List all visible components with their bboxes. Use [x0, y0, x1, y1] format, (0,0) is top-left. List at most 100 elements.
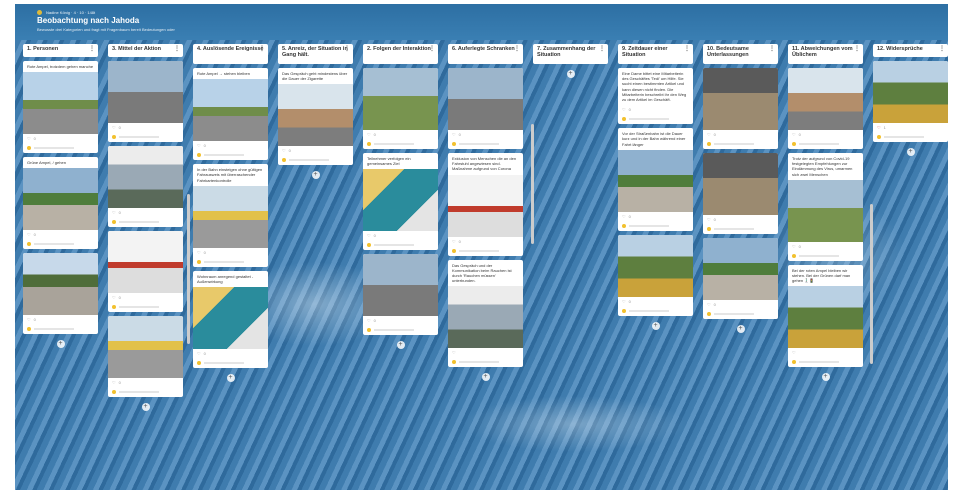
- add-post-button[interactable]: +: [311, 171, 320, 180]
- add-post-button[interactable]: +: [566, 70, 575, 78]
- post-card[interactable]: ♡ 0: [108, 61, 183, 142]
- heart-icon[interactable]: ♡: [622, 107, 626, 112]
- comment-row[interactable]: [448, 247, 523, 256]
- post-card[interactable]: ♡ 0: [23, 253, 98, 335]
- heart-icon[interactable]: ♡: [877, 125, 881, 130]
- add-post-button[interactable]: +: [821, 373, 830, 382]
- comment-row[interactable]: [193, 359, 268, 368]
- column-scrollbar[interactable]: [187, 194, 190, 344]
- post-card[interactable]: Rote Ampel, trotzdem gehen manche ♡ 0: [23, 61, 98, 154]
- post-card[interactable]: ♡ 0: [108, 146, 183, 227]
- comment-row[interactable]: [788, 358, 863, 367]
- heart-icon[interactable]: ♡: [792, 350, 796, 355]
- comment-row[interactable]: [703, 225, 778, 234]
- heart-icon[interactable]: ♡: [112, 210, 116, 215]
- column-menu-icon[interactable]: ⋮: [89, 46, 95, 53]
- column-menu-icon[interactable]: ⋮: [599, 46, 605, 53]
- heart-icon[interactable]: ♡: [622, 299, 626, 304]
- column-header[interactable]: 10. Bedeutsame Unterlassungen ⋮: [703, 44, 778, 64]
- add-post-button[interactable]: +: [906, 148, 915, 156]
- comment-row[interactable]: [618, 222, 693, 231]
- post-card[interactable]: Exklusion von Menschen die an den Fahrst…: [448, 153, 523, 256]
- post-card[interactable]: Rote Ampel → stehen bleiben ♡ 0: [193, 68, 268, 161]
- heart-icon[interactable]: ♡: [112, 295, 116, 300]
- heart-icon[interactable]: ♡: [367, 318, 371, 323]
- post-card[interactable]: Grüne Ampel, / gehen ♡ 0: [23, 157, 98, 250]
- comment-row[interactable]: [108, 388, 183, 397]
- column-header[interactable]: 3. Mittel der Aktion ⋮: [108, 44, 183, 57]
- post-card[interactable]: ♡ 0: [108, 231, 183, 312]
- comment-row[interactable]: [108, 303, 183, 312]
- heart-icon[interactable]: ♡: [367, 233, 371, 238]
- post-card[interactable]: ♡ 0: [788, 68, 863, 149]
- column-menu-icon[interactable]: ⋮: [514, 46, 520, 53]
- heart-icon[interactable]: ♡: [27, 136, 31, 141]
- post-card[interactable]: ♡ 0: [363, 254, 438, 336]
- add-post-button[interactable]: +: [651, 321, 660, 330]
- post-card[interactable]: ♡ 1: [873, 61, 948, 142]
- comment-row[interactable]: [703, 310, 778, 319]
- add-post-button[interactable]: +: [226, 374, 235, 383]
- column-header[interactable]: 1. Personen ⋮: [23, 44, 98, 57]
- comment-row[interactable]: [193, 151, 268, 160]
- comment-row[interactable]: [788, 140, 863, 149]
- comment-row[interactable]: [193, 258, 268, 267]
- column-scrollbar[interactable]: [870, 204, 873, 364]
- heart-icon[interactable]: ♡: [452, 132, 456, 137]
- comment-row[interactable]: [448, 140, 523, 149]
- post-card[interactable]: ♡ 0: [703, 153, 778, 234]
- post-card[interactable]: Bei der roten Ampel bleiben wir stehen. …: [788, 264, 863, 368]
- add-post-button[interactable]: +: [141, 403, 150, 411]
- heart-icon[interactable]: ♡: [367, 132, 371, 137]
- post-card[interactable]: Wohnraum anregend gestaltet - Außenwirku…: [193, 270, 268, 369]
- heart-icon[interactable]: ♡: [197, 351, 201, 356]
- column-menu-icon[interactable]: ⋮: [939, 46, 945, 53]
- heart-icon[interactable]: ♡: [112, 125, 116, 130]
- heart-icon[interactable]: ♡: [452, 350, 456, 355]
- comment-row[interactable]: [363, 140, 438, 149]
- heart-icon[interactable]: ♡: [792, 244, 796, 249]
- column-menu-icon[interactable]: ⋮: [344, 46, 350, 53]
- column-menu-icon[interactable]: ⋮: [174, 46, 180, 53]
- heart-icon[interactable]: ♡: [452, 239, 456, 244]
- comment-row[interactable]: [23, 325, 98, 334]
- post-card[interactable]: ♡ 0: [618, 234, 693, 316]
- comment-row[interactable]: [278, 156, 353, 165]
- comment-row[interactable]: [23, 240, 98, 249]
- post-card[interactable]: Eine Dame bittet eine Mitarbeiterin des …: [618, 68, 693, 125]
- column-header[interactable]: 4. Auslösende Ereignisse ⋮: [193, 44, 268, 64]
- post-card[interactable]: ♡ 0: [703, 68, 778, 149]
- column-header[interactable]: 12. Widersprüche ⋮: [873, 44, 948, 57]
- heart-icon[interactable]: ♡: [197, 250, 201, 255]
- column-menu-icon[interactable]: ⋮: [684, 46, 690, 53]
- post-card[interactable]: Das Gespräch und der Kommunikation beim …: [448, 259, 523, 368]
- column-header[interactable]: 11. Abweichungen vom Üblichem ⋮: [788, 44, 863, 64]
- comment-row[interactable]: [618, 307, 693, 316]
- heart-icon[interactable]: ♡: [282, 148, 286, 153]
- comment-row[interactable]: [363, 326, 438, 335]
- add-post-button[interactable]: +: [736, 325, 745, 333]
- column-scrollbar[interactable]: [531, 124, 534, 244]
- column-header[interactable]: 7. Zusammenhang der Situation ⋮: [533, 44, 608, 64]
- add-post-button[interactable]: +: [396, 341, 405, 350]
- heart-icon[interactable]: ♡: [792, 132, 796, 137]
- add-post-button[interactable]: +: [56, 340, 65, 349]
- comment-row[interactable]: [873, 133, 948, 142]
- add-post-button[interactable]: +: [481, 373, 490, 382]
- post-card[interactable]: ♡ 0: [363, 68, 438, 149]
- heart-icon[interactable]: ♡: [707, 302, 711, 307]
- column-menu-icon[interactable]: ⋮: [429, 46, 435, 53]
- heart-icon[interactable]: ♡: [27, 232, 31, 237]
- post-card[interactable]: Teilnehmer verfolgen ein gemeinsames Zie…: [363, 153, 438, 251]
- comment-row[interactable]: [363, 241, 438, 250]
- column-menu-icon[interactable]: ⋮: [854, 46, 860, 53]
- comment-row[interactable]: [703, 140, 778, 149]
- heart-icon[interactable]: ♡: [27, 317, 31, 322]
- comment-row[interactable]: [788, 252, 863, 261]
- comment-row[interactable]: [108, 133, 183, 142]
- heart-icon[interactable]: ♡: [197, 143, 201, 148]
- column-header[interactable]: 2. Folgen der Interaktion ⋮: [363, 44, 438, 64]
- heart-icon[interactable]: ♡: [622, 214, 626, 219]
- heart-icon[interactable]: ♡: [707, 132, 711, 137]
- heart-icon[interactable]: ♡: [707, 217, 711, 222]
